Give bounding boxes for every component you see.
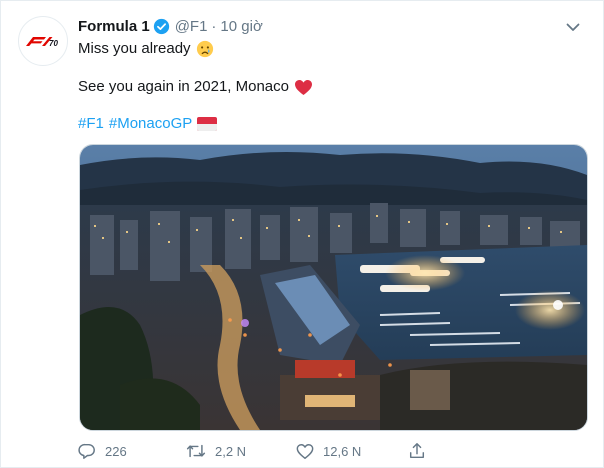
reply-icon [78, 443, 95, 459]
tweet-card: 70 Formula 1 @F1 · 10 giờ Miss you alrea… [0, 0, 604, 468]
tweet-header: Formula 1 @F1 · 10 giờ [78, 16, 263, 36]
tweet-timestamp[interactable]: 10 giờ [220, 18, 262, 35]
author-name[interactable]: Formula 1 [78, 18, 150, 35]
reply-button[interactable]: 226 [78, 441, 127, 461]
chevron-down-icon [566, 23, 580, 31]
tweet-actions: 226 2,2 N 12,6 N [78, 441, 508, 461]
retweet-icon [186, 444, 206, 458]
verified-badge-icon [153, 18, 170, 35]
svg-text:70: 70 [49, 39, 58, 48]
like-count: 12,6 N [323, 443, 362, 459]
crying-face-emoji [196, 40, 214, 58]
monaco-harbor-night-photo [80, 145, 587, 430]
retweet-button[interactable]: 2,2 N [186, 441, 246, 461]
more-options-button[interactable] [563, 17, 583, 37]
reply-count: 226 [105, 443, 127, 459]
share-icon [409, 443, 425, 459]
author-handle[interactable]: @F1 [175, 18, 208, 35]
monaco-flag-emoji [197, 117, 218, 131]
avatar[interactable]: 70 [18, 16, 68, 66]
tweet-text-line-1: Miss you already [78, 39, 214, 59]
tweet-photo[interactable] [79, 144, 588, 431]
like-button[interactable]: 12,6 N [296, 441, 361, 461]
hashtag-monacogp[interactable]: #MonacoGP [109, 114, 192, 134]
f1-logo-icon: 70 [26, 37, 58, 48]
separator-dot: · [211, 17, 217, 35]
share-button[interactable] [408, 441, 426, 461]
tweet-text-1: Miss you already [78, 40, 191, 57]
red-heart-emoji [294, 79, 313, 96]
tweet-text-2: See you again in 2021, Monaco [78, 78, 289, 95]
tweet-hashtags: #F1 #MonacoGP [78, 114, 218, 134]
tweet-text-line-2: See you again in 2021, Monaco [78, 77, 313, 97]
hashtag-f1[interactable]: #F1 [78, 114, 104, 134]
like-icon [296, 443, 314, 459]
retweet-count: 2,2 N [215, 443, 247, 459]
